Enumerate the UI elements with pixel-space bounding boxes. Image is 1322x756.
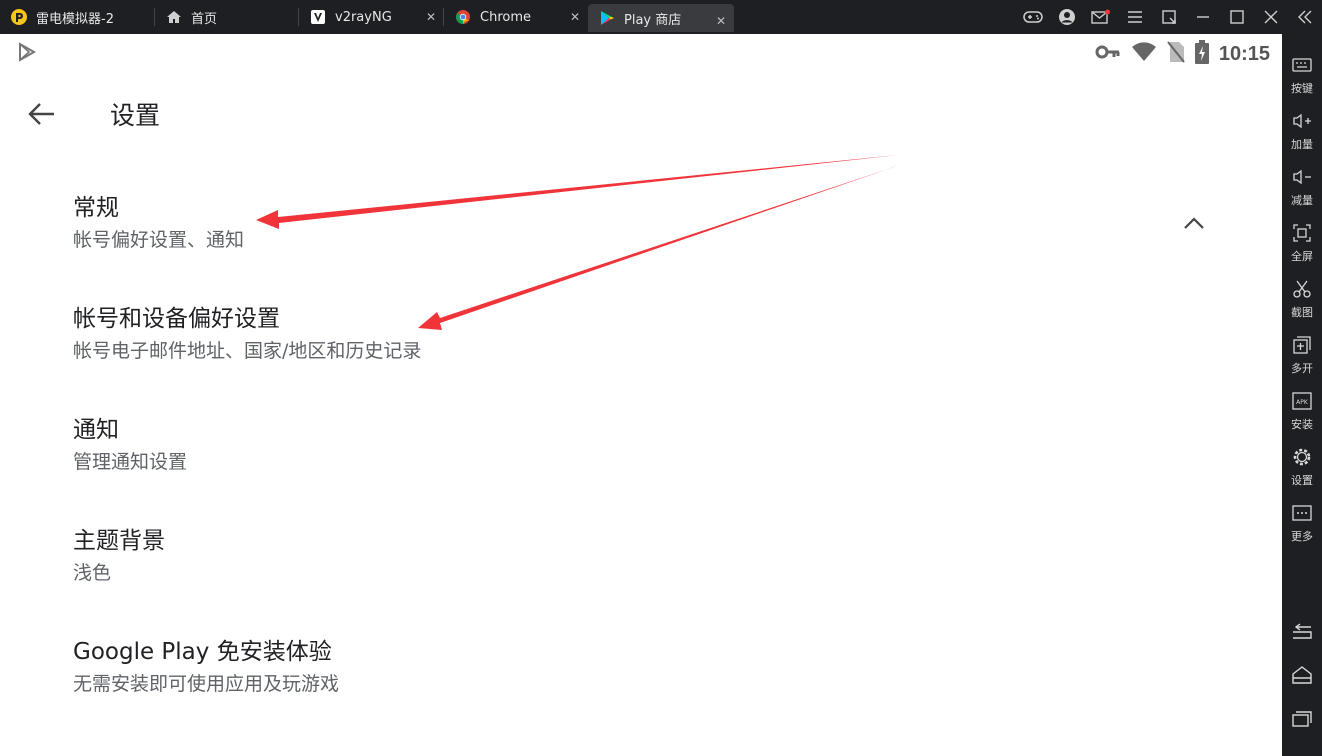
status-clock: 10:15 bbox=[1218, 42, 1270, 65]
setting-title: Google Play 免安装体验 bbox=[73, 639, 332, 665]
user-account-icon[interactable] bbox=[1050, 0, 1084, 34]
close-icon[interactable]: ✕ bbox=[568, 10, 582, 24]
sidebar-item-label: 更多 bbox=[1291, 530, 1313, 543]
tab-label: Chrome bbox=[480, 9, 531, 25]
app-bar: 设置 bbox=[0, 84, 1282, 140]
fullscreen-icon bbox=[1291, 222, 1313, 244]
sidebar-item-settings[interactable]: 设置 bbox=[1282, 444, 1322, 494]
sidebar-item-multi-instance[interactable]: 多开 bbox=[1282, 332, 1322, 382]
more-icon bbox=[1291, 502, 1313, 524]
play-store-icon bbox=[598, 9, 616, 27]
sidebar-item-volume-down[interactable]: 减量 bbox=[1282, 164, 1322, 214]
setting-instant-apps[interactable]: Google Play 免安装体验 无需安装即可使用应用及玩游戏 bbox=[0, 618, 1282, 729]
wifi-icon bbox=[1131, 42, 1157, 66]
close-icon[interactable]: ✕ bbox=[424, 10, 438, 24]
tab-play-store[interactable]: Play 商店 ✕ bbox=[588, 4, 734, 32]
multi-instance-icon bbox=[1291, 334, 1313, 356]
collapse-sidebar-icon[interactable] bbox=[1288, 0, 1322, 34]
setting-title: 帐号和设备偏好设置 bbox=[73, 306, 280, 332]
gear-icon bbox=[1291, 446, 1313, 468]
setting-theme[interactable]: 主题背景 浅色 bbox=[0, 507, 1282, 618]
setting-subtitle: 帐号偏好设置、通知 bbox=[73, 229, 245, 251]
sidebar-item-label: 按键 bbox=[1291, 82, 1313, 95]
tab-label: Play 商店 bbox=[624, 12, 682, 28]
close-icon[interactable]: ✕ bbox=[714, 14, 728, 28]
setting-title: 常规 bbox=[73, 195, 119, 221]
v2rayng-icon bbox=[309, 8, 327, 26]
setting-notifications[interactable]: 通知 管理通知设置 bbox=[0, 396, 1282, 507]
setting-account-device[interactable]: 帐号和设备偏好设置 帐号电子邮件地址、国家/地区和历史记录 bbox=[0, 285, 1282, 396]
page-title: 设置 bbox=[110, 101, 161, 130]
scissors-icon bbox=[1291, 278, 1313, 300]
emulator-sidebar: 按键 加量 减量 全屏 截图 多开 APK 安装 设置 更多 bbox=[1282, 34, 1322, 756]
no-sim-icon bbox=[1167, 41, 1185, 67]
maximize-icon[interactable] bbox=[1220, 0, 1254, 34]
android-recents-icon[interactable] bbox=[1291, 708, 1313, 730]
keyboard-icon bbox=[1291, 54, 1313, 76]
sidebar-item-fullscreen[interactable]: 全屏 bbox=[1282, 220, 1322, 270]
tab-label: 首页 bbox=[191, 11, 218, 27]
home-icon bbox=[165, 8, 183, 26]
setting-title: 主题背景 bbox=[73, 528, 165, 554]
sidebar-item-volume-up[interactable]: 加量 bbox=[1282, 108, 1322, 158]
sidebar-item-label: 设置 bbox=[1291, 474, 1313, 487]
sidebar-item-label: 安装 bbox=[1291, 418, 1313, 431]
sidebar-item-label: 全屏 bbox=[1291, 250, 1313, 263]
close-window-icon[interactable] bbox=[1254, 0, 1288, 34]
volume-up-icon bbox=[1291, 110, 1313, 132]
battery-charging-icon bbox=[1194, 40, 1209, 68]
chevron-up-icon[interactable] bbox=[1182, 212, 1206, 236]
mail-icon[interactable] bbox=[1084, 0, 1118, 34]
sidebar-item-label: 减量 bbox=[1291, 194, 1313, 207]
chrome-icon bbox=[454, 8, 472, 26]
tab-label: 雷电模拟器-2 bbox=[36, 11, 114, 27]
sidebar-item-more[interactable]: 更多 bbox=[1282, 500, 1322, 550]
setting-subtitle: 帐号电子邮件地址、国家/地区和历史记录 bbox=[73, 340, 422, 362]
android-screen: 10:15 设置 常规 帐号偏好设置、通知 帐号和设备偏好设置 帐号电子邮件地址… bbox=[0, 34, 1282, 756]
setting-subtitle: 浅色 bbox=[73, 562, 112, 584]
restore-window-icon[interactable] bbox=[1152, 0, 1186, 34]
settings-list: 常规 帐号偏好设置、通知 帐号和设备偏好设置 帐号电子邮件地址、国家/地区和历史… bbox=[0, 174, 1282, 729]
tab-chrome[interactable]: Chrome ✕ bbox=[444, 0, 588, 34]
emulator-title-tab: 雷电模拟器-2 bbox=[0, 0, 155, 34]
emulator-title-bar: 雷电模拟器-2 首页 v2rayNG ✕ Chrome ✕ Play 商店 ✕ bbox=[0, 0, 1322, 34]
menu-icon[interactable] bbox=[1118, 0, 1152, 34]
volume-down-icon bbox=[1291, 166, 1313, 188]
leidian-logo-icon bbox=[10, 8, 28, 26]
setting-general[interactable]: 常规 帐号偏好设置、通知 bbox=[0, 174, 1282, 285]
minimize-icon[interactable] bbox=[1186, 0, 1220, 34]
tab-home[interactable]: 首页 bbox=[155, 0, 299, 34]
vpn-key-icon bbox=[1095, 44, 1121, 64]
sidebar-item-label: 加量 bbox=[1291, 138, 1313, 151]
apk-install-icon: APK bbox=[1291, 390, 1313, 412]
sidebar-item-label: 截图 bbox=[1291, 306, 1313, 319]
sidebar-item-screenshot[interactable]: 截图 bbox=[1282, 276, 1322, 326]
svg-text:APK: APK bbox=[1296, 399, 1309, 406]
gamepad-icon[interactable] bbox=[1016, 0, 1050, 34]
play-notification-icon bbox=[17, 42, 39, 66]
tab-v2rayng[interactable]: v2rayNG ✕ bbox=[299, 0, 444, 34]
setting-title: 通知 bbox=[73, 417, 119, 443]
status-bar: 10:15 bbox=[0, 34, 1282, 70]
android-back-icon[interactable] bbox=[1291, 620, 1313, 642]
tab-label: v2rayNG bbox=[335, 9, 392, 25]
sidebar-item-install[interactable]: APK 安装 bbox=[1282, 388, 1322, 438]
android-home-icon[interactable] bbox=[1291, 664, 1313, 686]
setting-subtitle: 无需安装即可使用应用及玩游戏 bbox=[73, 673, 340, 695]
setting-subtitle: 管理通知设置 bbox=[73, 451, 188, 473]
back-arrow-icon[interactable] bbox=[22, 94, 62, 134]
sidebar-item-keys[interactable]: 按键 bbox=[1282, 52, 1322, 102]
sidebar-item-label: 多开 bbox=[1291, 362, 1313, 375]
